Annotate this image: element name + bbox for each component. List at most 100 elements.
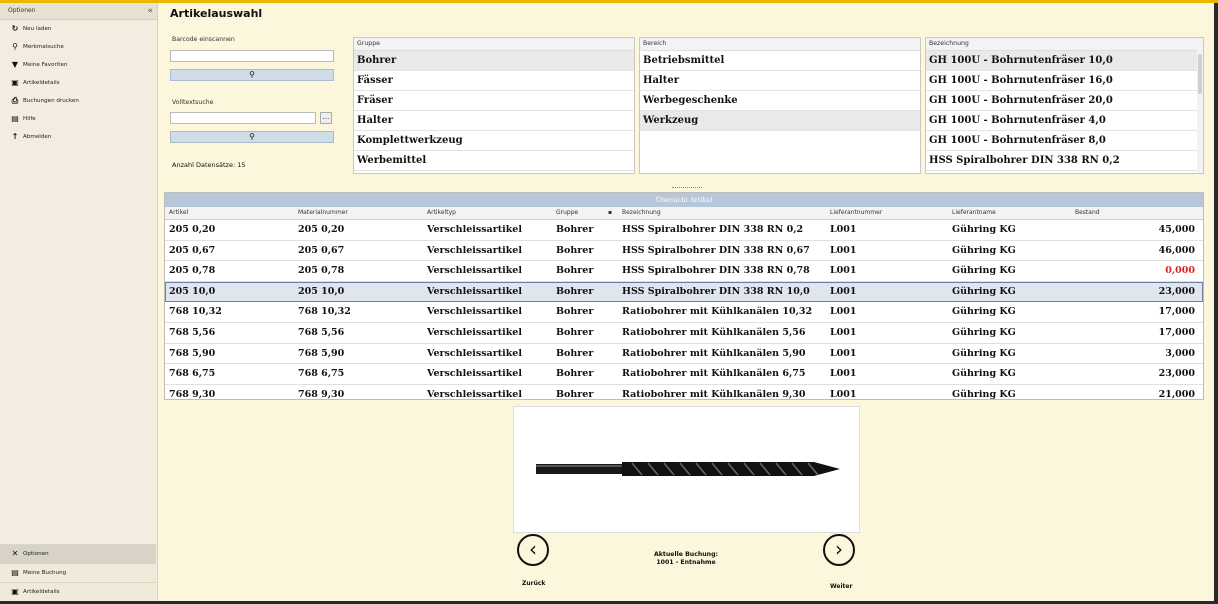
table-cell: L001: [830, 388, 857, 400]
table-row[interactable]: 205 0,20 205 0,20 Verschleissartikel Bohrer…: [165, 220, 1203, 241]
back-button[interactable]: ‹: [517, 534, 549, 566]
table-row[interactable]: 768 5,56 768 5,56 Verschleissartikel Bohrer…: [165, 323, 1203, 344]
list-item[interactable]: Bohrer: [354, 51, 634, 71]
table-cell: 768 10,32: [169, 306, 222, 318]
table-cell: HSS Spiralbohrer DIN 338 RN 10,0: [622, 285, 810, 297]
sidebar-item-label: Artikeldetails: [23, 80, 60, 86]
table-row[interactable]: 768 10,32 768 10,32 Verschleissartikel Bohr…: [165, 302, 1203, 323]
list-item[interactable]: Betriebsmittel: [640, 51, 920, 71]
scrollbar-thumb[interactable]: [1198, 54, 1202, 94]
table-cell: Verschleissartikel: [427, 347, 522, 359]
table-cell: Bohrer: [556, 224, 594, 235]
table-cell: Gühring KG: [952, 244, 1016, 256]
table-cell: 45,000: [1158, 224, 1195, 235]
table-cell: Verschleissartikel: [427, 265, 522, 277]
table-cell: 205 0,78: [169, 265, 216, 277]
table-row[interactable]: 205 0,67 205 0,67 Verschleissartikel Bohrer…: [165, 241, 1203, 262]
barcode-search-button[interactable]: ⚲: [170, 69, 334, 81]
table-cell: 768 5,56: [298, 326, 345, 338]
table-cell: Bohrer: [556, 388, 594, 400]
table-cell: 3,000: [1165, 347, 1195, 359]
sidebar-bottom-artikeldetails[interactable]: ▣ Artikeldetails: [0, 582, 156, 601]
column-header-artikel[interactable]: Artikel: [169, 207, 188, 219]
column-header-bestand[interactable]: Bestand: [1075, 207, 1100, 219]
sidebar-item-label: Artikeldetails: [23, 589, 60, 595]
sidebar-item-abmelden[interactable]: ↑ Abmelden: [0, 128, 157, 146]
table-row[interactable]: 205 0,78 205 0,78 Verschleissartikel Bohrer…: [165, 261, 1203, 282]
sidebar-item-hilfe[interactable]: ▤ Hilfe: [0, 110, 157, 128]
list-item[interactable]: GH 100U - Bohrnutenfräser 4,0: [926, 111, 1203, 131]
table-row[interactable]: 768 9,30 768 9,30 Verschleissartikel Bohrer…: [165, 385, 1203, 400]
table-cell: 21,000: [1158, 388, 1195, 400]
sidebar-item-artikeldetails[interactable]: ▣ Artikeldetails: [0, 74, 157, 92]
table-cell: L001: [830, 306, 857, 318]
sidebar-item-favoriten[interactable]: ▼ Meine Favoriten: [0, 56, 157, 74]
list-item[interactable]: Fräser: [354, 91, 634, 111]
list-item[interactable]: Werbegeschenke: [640, 91, 920, 111]
sidebar-bottom-optionen[interactable]: ✕ Optionen: [0, 544, 156, 563]
article-icon: ▣: [11, 78, 19, 87]
table-cell: 17,000: [1158, 326, 1195, 338]
table-cell: Gühring KG: [952, 306, 1016, 318]
next-button[interactable]: ›: [823, 534, 855, 566]
column-header-artikeltyp[interactable]: Artikeltyp: [427, 207, 456, 219]
table-cell: 205 0,20: [169, 224, 216, 235]
table-cell: HSS Spiralbohrer DIN 338 RN 0,78: [622, 265, 810, 277]
table-cell: Gühring KG: [952, 388, 1016, 400]
table-cell: 205 0,20: [298, 224, 345, 235]
table-row[interactable]: 768 5,90 768 5,90 Verschleissartikel Bohrer…: [165, 344, 1203, 365]
table-cell: 23,000: [1158, 368, 1195, 380]
list-item[interactable]: Werbemittel: [354, 151, 634, 171]
list-item[interactable]: Fässer: [354, 71, 634, 91]
list-item[interactable]: Halter: [640, 71, 920, 91]
sidebar-item-buchungen-drucken[interactable]: ⎙ Buchungen drucken: [0, 92, 157, 110]
table-row[interactable]: 768 6,75 768 6,75 Verschleissartikel Bohrer…: [165, 364, 1203, 385]
drill-bit-image: [536, 462, 840, 476]
column-header-lieferantname[interactable]: Lieferantname: [952, 207, 996, 219]
table-cell: 205 0,67: [298, 244, 345, 256]
volltext-input[interactable]: [170, 112, 316, 124]
table-cell: Verschleissartikel: [427, 224, 522, 235]
sidebar-bottom-meine-buchung[interactable]: ▤ Meine Buchung: [0, 563, 156, 582]
gruppe-list-header: Gruppe: [354, 38, 634, 51]
list-item[interactable]: HSS Spiralbohrer DIN 338 RN 0,2: [926, 151, 1203, 171]
app-window: Optionen « ↻ Neu laden ⚲ Merkmalsuche ▼ …: [0, 3, 1214, 601]
list-item[interactable]: Werkzeug: [640, 111, 920, 131]
bereich-list: Bereich Betriebsmittel Halter Werbegesch…: [639, 37, 921, 174]
list-item[interactable]: Komplettwerkzeug: [354, 131, 634, 151]
sidebar-item-label: Optionen: [23, 551, 49, 557]
table-cell: 23,000: [1158, 285, 1195, 297]
table-cell: Verschleissartikel: [427, 306, 522, 318]
sidebar-item-merkmalsuche[interactable]: ⚲ Merkmalsuche: [0, 38, 157, 56]
collapse-icon[interactable]: «: [147, 3, 153, 19]
table-cell: 205 0,67: [169, 244, 216, 256]
sidebar-bottom-nav: ✕ Optionen ▤ Meine Buchung ▣ Artikeldeta…: [0, 544, 156, 601]
table-cell: Bohrer: [556, 368, 594, 380]
more-options-button[interactable]: ...: [320, 112, 332, 124]
barcode-input[interactable]: [170, 50, 334, 62]
column-header-gruppe[interactable]: Gruppe: [556, 207, 578, 219]
volltext-search-button[interactable]: ⚲: [170, 131, 334, 143]
table-cell: Bohrer: [556, 244, 594, 256]
table-cell: 768 10,32: [298, 306, 351, 318]
next-label: Weiter: [830, 583, 853, 590]
column-header-bezeichnung[interactable]: Bezeichnung: [622, 207, 661, 219]
sidebar-item-neu-laden[interactable]: ↻ Neu laden: [0, 20, 157, 38]
table-cell: L001: [830, 265, 857, 277]
column-header-lieferantnummer[interactable]: Lieferantnummer: [830, 207, 882, 219]
table-cell: 768 6,75: [169, 368, 216, 380]
list-item[interactable]: GH 100U - Bohrnutenfräser 10,0: [926, 51, 1203, 71]
list-item[interactable]: GH 100U - Bohrnutenfräser 20,0: [926, 91, 1203, 111]
table-row[interactable]: 205 10,0 205 10,0 Verschleissartikel Bohrer…: [165, 281, 1203, 303]
column-header-materialnummer[interactable]: Materialnummer: [298, 207, 348, 219]
table-cell: Bohrer: [556, 285, 594, 297]
table-cell: Verschleissartikel: [427, 368, 522, 380]
volltext-label: Volltextsuche: [172, 99, 214, 106]
table-cell: 0,000: [1165, 265, 1195, 277]
sidebar-item-label: Merkmalsuche: [23, 44, 64, 50]
splitter-handle[interactable]: [672, 187, 702, 191]
list-item[interactable]: GH 100U - Bohrnutenfräser 8,0: [926, 131, 1203, 151]
scrollbar[interactable]: [1197, 50, 1203, 173]
list-item[interactable]: Halter: [354, 111, 634, 131]
list-item[interactable]: GH 100U - Bohrnutenfräser 16,0: [926, 71, 1203, 91]
